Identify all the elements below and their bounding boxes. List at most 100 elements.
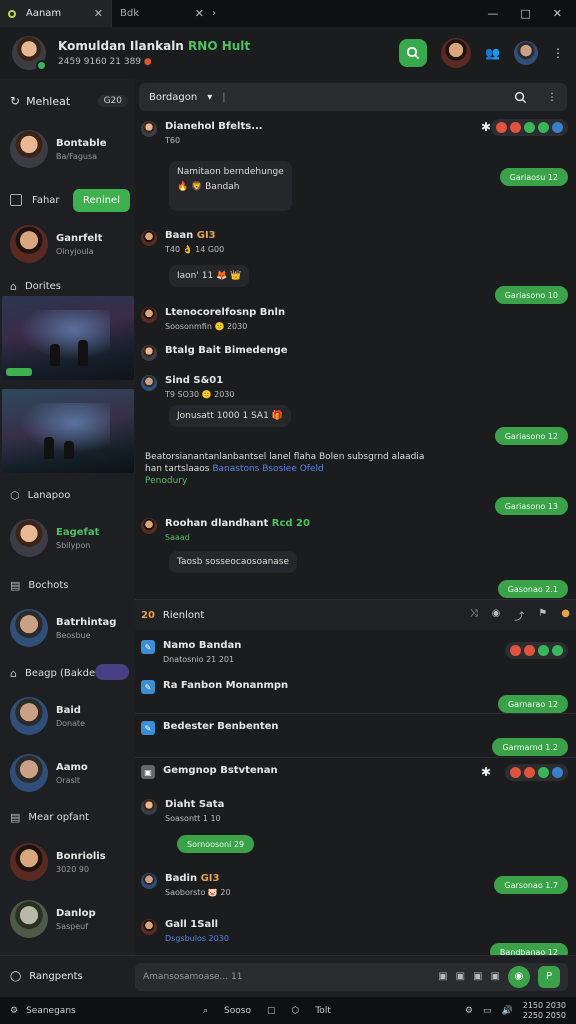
message: Sind S&01 T9 SO30 🙂 2030: [141, 375, 234, 399]
avatar: [141, 307, 157, 323]
gear-icon[interactable]: ⚙: [10, 1006, 18, 1016]
message-author: Dianehol Bfelts...: [165, 121, 263, 132]
search-icon[interactable]: [514, 91, 527, 104]
sidebar: ↻ Mehleat G20 Bontable Ba/Fagusa Fahar Re…: [0, 79, 135, 955]
volume-icon[interactable]: 🔊: [502, 1006, 513, 1016]
edit-icon: ✎: [141, 680, 155, 694]
reaction-chip[interactable]: Sornoosoni 29: [177, 835, 255, 853]
close-tab-icon[interactable]: ✕: [94, 7, 103, 20]
timestamp-pill: Garmarnd 1.2: [492, 738, 568, 756]
filter-toggle: Fahar Reninel: [4, 187, 130, 213]
contact-item[interactable]: Aamo Oraslt: [10, 754, 88, 792]
display-icon[interactable]: ▭: [483, 1006, 492, 1016]
toggle-button[interactable]: Reninel: [72, 188, 130, 212]
timestamp-pill: Gariaosu 12: [499, 168, 568, 186]
settings-icon[interactable]: ⚙: [465, 1006, 473, 1016]
emoji-icon[interactable]: ▣: [491, 971, 500, 982]
link-icon[interactable]: ⤨: [470, 608, 478, 623]
thread-author: Namo Bandan: [163, 640, 242, 651]
settings-icon[interactable]: ◉: [492, 608, 501, 623]
thread-item[interactable]: ✎ Namo Bandan Dnatosnio 21 201: [141, 640, 241, 664]
contact-item[interactable]: Bontable Ba/Fagusa: [10, 130, 107, 168]
contact-item[interactable]: Eagefat Sbilypon: [10, 519, 99, 557]
thread-text: Dsgsbulos 2030: [165, 934, 229, 943]
status-item[interactable]: Sooso: [224, 1006, 251, 1016]
message-author: Sind S&01: [165, 375, 224, 386]
chevron-down-icon[interactable]: ▾: [207, 92, 212, 103]
share-icon[interactable]: ⤴: [514, 608, 524, 623]
tab-label: Bdk: [120, 8, 139, 19]
bookmark-icon[interactable]: ⚑: [538, 608, 547, 623]
section-header[interactable]: ▤ Bochots: [10, 579, 68, 592]
chat-search-bar[interactable]: Bordagon ▾ | ⋮: [139, 83, 567, 111]
sidebar-header: ↻ Mehleat G20: [10, 94, 128, 108]
send-button[interactable]: P: [538, 965, 560, 988]
thread-item[interactable]: Diaht Sata Soasontt 1 10: [141, 799, 224, 823]
tab-bdk[interactable]: Bdk ✕: [112, 0, 212, 27]
list-icon: ▤: [10, 811, 21, 824]
status-dot: [524, 122, 535, 133]
avatar[interactable]: [12, 36, 47, 71]
maximize-icon[interactable]: □: [520, 7, 530, 20]
thread-header: 20 Rienlont ⤨ ◉ ⤴ ⚑ ●: [135, 600, 576, 630]
thread-item[interactable]: ✎ Bedester Benbenten: [141, 721, 279, 735]
screen-icon[interactable]: ▢: [267, 1006, 276, 1016]
shield-icon: ⬡: [10, 489, 20, 502]
checkbox[interactable]: [10, 194, 22, 206]
clock-time: 2150 2030: [522, 1000, 566, 1010]
thread-count: 20: [141, 609, 155, 621]
search-button[interactable]: [399, 39, 428, 67]
thread-text: Saoborsto 🐷 20: [165, 888, 231, 897]
refresh-icon[interactable]: ↻: [10, 94, 20, 108]
thread-item[interactable]: ▣ Gemgnop Bstvtenan: [141, 765, 278, 779]
contact-item[interactable]: Ganrfelt Oinyjoula: [10, 225, 102, 263]
game-thumbnail[interactable]: [2, 296, 134, 380]
clock-date: 2250 2050: [522, 1010, 566, 1020]
contact-status: Ba/Fagusa: [56, 151, 98, 161]
game-thumbnail[interactable]: [2, 389, 134, 473]
contact-status: Donate: [56, 718, 86, 728]
gif-icon[interactable]: ▣: [473, 971, 482, 982]
image-icon[interactable]: ▣: [456, 971, 465, 982]
contact-item[interactable]: Baid Donate: [10, 697, 85, 735]
contact-item[interactable]: Bonriolis 3020 90: [10, 843, 106, 881]
voice-button[interactable]: ◉: [508, 965, 530, 988]
title-text: Komuldan Ilankaln: [58, 39, 184, 53]
shield-icon[interactable]: ⬡: [291, 1006, 299, 1016]
tab-aanam[interactable]: Aanam ✕: [0, 0, 112, 27]
thread-item[interactable]: Gall 1Sall Dsgsbulos 2030: [141, 919, 229, 943]
contact-name: Batrhintag: [56, 616, 117, 628]
minimize-icon[interactable]: —: [487, 7, 498, 20]
emoji-icon[interactable]: ●: [561, 608, 570, 623]
thread-item[interactable]: ✎ Ra Fanbon Monanmpn: [141, 680, 288, 694]
mic-icon[interactable]: ⌕: [203, 1006, 208, 1016]
star-icon[interactable]: ✱: [481, 120, 491, 134]
status-dot: [538, 122, 549, 133]
status-dot: [510, 767, 521, 778]
contact-item[interactable]: Batrhintag Beosbue: [10, 609, 116, 647]
thread-item[interactable]: Badin GI3 Saoborsto 🐷 20: [141, 873, 231, 897]
more-icon[interactable]: ⋮: [547, 92, 557, 103]
contact-item[interactable]: Danlop Saspeuf: [10, 900, 96, 938]
more-icon[interactable]: ⋮: [552, 46, 564, 60]
section-header[interactable]: ⌂ Beagp (Bakde: [10, 667, 95, 680]
star-icon[interactable]: ✱: [481, 765, 491, 779]
attach-icon[interactable]: ▣: [438, 971, 447, 982]
message-input[interactable]: Amansosamoase... 11 ▣ ▣ ▣ ▣ ◉ P: [135, 962, 568, 991]
timestamp-pill: Gariasono 12: [494, 427, 568, 445]
status-item[interactable]: Tolt: [315, 1006, 331, 1016]
section-header[interactable]: ⌂ Dorites: [10, 280, 61, 293]
author-tag: GI3: [196, 230, 216, 241]
close-tab-icon[interactable]: ✕: [195, 7, 204, 20]
section-header[interactable]: ▤ Mear opfant: [10, 811, 89, 824]
avatar[interactable]: [514, 41, 538, 65]
thread-title: Rienlont: [162, 609, 205, 621]
circle-icon[interactable]: ◯: [10, 971, 21, 982]
people-icon[interactable]: 👥: [485, 46, 500, 60]
close-icon[interactable]: ✕: [553, 7, 562, 20]
online-indicator: [36, 60, 47, 71]
avatar[interactable]: [441, 38, 472, 68]
message-link[interactable]: Banastons Bsosiee Ofeld: [212, 464, 323, 474]
tab-more-icon[interactable]: ›: [212, 8, 216, 19]
section-header[interactable]: ⬡ Lanapoo: [10, 489, 70, 502]
